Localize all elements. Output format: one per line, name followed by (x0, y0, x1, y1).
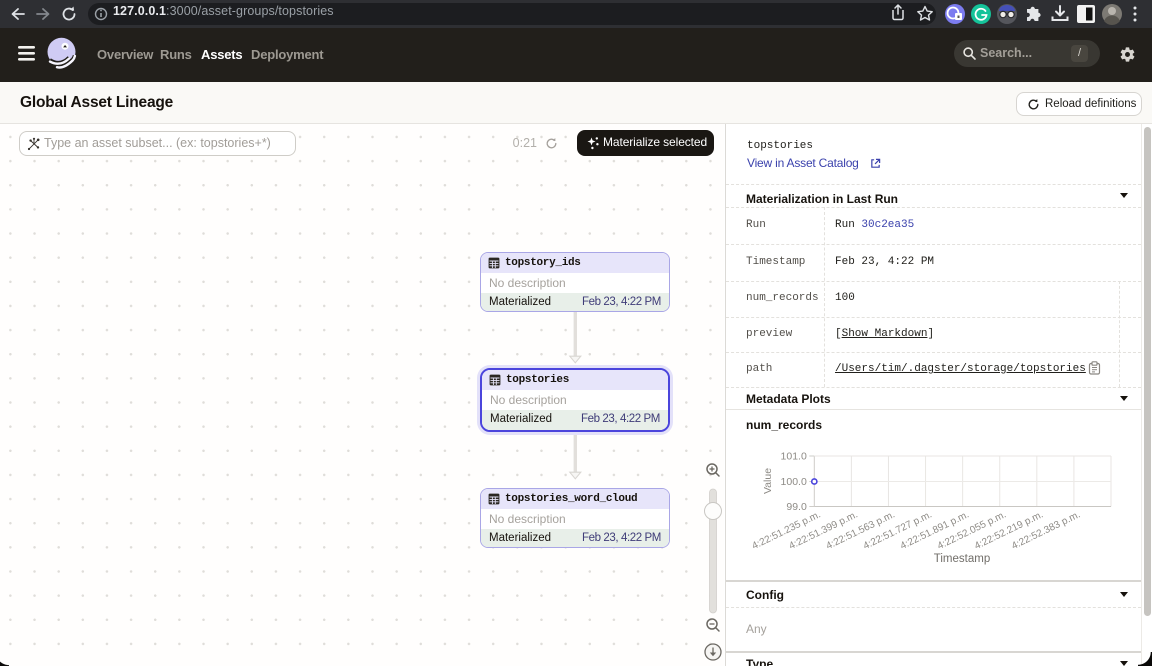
svg-text:99.0: 99.0 (786, 501, 807, 513)
svg-text:Timestamp: Timestamp (934, 553, 990, 565)
svg-text:101.0: 101.0 (781, 451, 807, 463)
svg-text:Value: Value (762, 468, 774, 494)
svg-text:100.0: 100.0 (781, 476, 807, 488)
